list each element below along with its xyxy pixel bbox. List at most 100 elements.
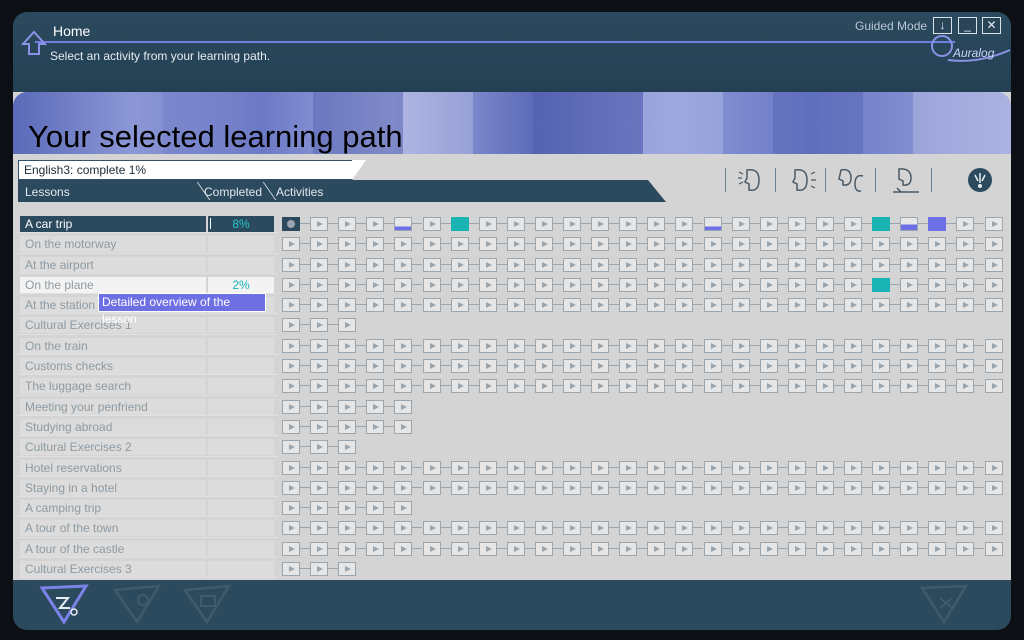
listen-icon[interactable] bbox=[737, 166, 767, 194]
activity-button[interactable] bbox=[731, 379, 750, 394]
activity-button[interactable] bbox=[591, 359, 610, 374]
activity-button[interactable] bbox=[647, 237, 666, 252]
activity-button[interactable] bbox=[647, 460, 666, 475]
activity-button[interactable] bbox=[900, 460, 919, 475]
activity-button[interactable] bbox=[338, 298, 357, 313]
activity-button[interactable] bbox=[956, 521, 975, 536]
activity-button[interactable] bbox=[310, 440, 329, 455]
activity-button[interactable] bbox=[956, 379, 975, 394]
activity-button[interactable] bbox=[478, 460, 497, 475]
activity-button[interactable] bbox=[844, 277, 862, 292]
activity-button[interactable] bbox=[759, 257, 778, 272]
activity-button[interactable] bbox=[310, 298, 329, 313]
activity-button[interactable] bbox=[366, 399, 385, 414]
activity-button[interactable] bbox=[534, 277, 553, 292]
activity-button[interactable] bbox=[338, 217, 357, 231]
activity-button[interactable] bbox=[282, 419, 300, 434]
activity-button[interactable] bbox=[563, 359, 581, 374]
activity-button[interactable] bbox=[338, 257, 357, 272]
activity-button[interactable] bbox=[450, 338, 469, 353]
activity-button[interactable] bbox=[394, 257, 413, 272]
activity-button[interactable] bbox=[563, 298, 581, 313]
activity-button[interactable] bbox=[534, 460, 553, 475]
activity-button[interactable] bbox=[366, 379, 385, 394]
activity-button[interactable] bbox=[731, 521, 750, 536]
activity-button[interactable] bbox=[366, 298, 385, 313]
activity-button[interactable] bbox=[591, 298, 610, 313]
activity-button[interactable] bbox=[366, 359, 385, 374]
activity-button[interactable] bbox=[478, 237, 497, 252]
activity-button[interactable] bbox=[703, 257, 722, 272]
activity-button[interactable] bbox=[310, 541, 329, 556]
activity-button[interactable] bbox=[338, 399, 357, 414]
activity-button[interactable] bbox=[731, 277, 750, 292]
activity-button[interactable] bbox=[366, 541, 385, 556]
activity-button[interactable] bbox=[956, 237, 975, 252]
activity-button[interactable] bbox=[591, 217, 610, 231]
activity-button[interactable] bbox=[787, 298, 806, 313]
activity-button[interactable] bbox=[338, 541, 357, 556]
activity-button[interactable] bbox=[928, 257, 947, 272]
activity-button[interactable] bbox=[928, 277, 947, 292]
activity-button[interactable] bbox=[394, 237, 413, 252]
activity-button[interactable] bbox=[675, 379, 694, 394]
activity-button[interactable] bbox=[647, 521, 666, 536]
activity-button[interactable] bbox=[675, 217, 694, 231]
activity-button[interactable] bbox=[534, 379, 553, 394]
activity-button[interactable] bbox=[815, 541, 834, 556]
activity-button[interactable] bbox=[731, 217, 750, 231]
activity-button[interactable] bbox=[900, 298, 919, 313]
activity-button[interactable] bbox=[759, 359, 778, 374]
activity-button[interactable] bbox=[450, 541, 469, 556]
activity-button[interactable] bbox=[450, 521, 469, 536]
activity-button[interactable] bbox=[282, 217, 300, 231]
activity-button[interactable] bbox=[675, 541, 694, 556]
activity-button[interactable] bbox=[956, 460, 975, 475]
activity-button[interactable] bbox=[675, 277, 694, 292]
activity-button[interactable] bbox=[338, 419, 357, 434]
activity-button[interactable] bbox=[506, 480, 525, 495]
activity-button[interactable] bbox=[478, 379, 497, 394]
activity-button[interactable] bbox=[984, 379, 1003, 394]
activity-button[interactable] bbox=[310, 237, 329, 252]
activity-button[interactable] bbox=[338, 338, 357, 353]
activity-button[interactable] bbox=[844, 521, 862, 536]
activity-button[interactable] bbox=[338, 318, 357, 333]
activity-button[interactable] bbox=[450, 277, 469, 292]
settings-icon[interactable] bbox=[111, 582, 163, 626]
activity-button[interactable] bbox=[338, 440, 357, 455]
activity-button[interactable] bbox=[366, 237, 385, 252]
activity-button[interactable] bbox=[844, 338, 862, 353]
activity-button[interactable] bbox=[815, 298, 834, 313]
activity-button[interactable] bbox=[647, 379, 666, 394]
activity-button[interactable] bbox=[759, 277, 778, 292]
activity-button[interactable] bbox=[310, 460, 329, 475]
activity-button[interactable] bbox=[422, 257, 441, 272]
activity-button[interactable] bbox=[647, 257, 666, 272]
activity-button[interactable] bbox=[928, 217, 947, 231]
activity-button[interactable] bbox=[394, 480, 413, 495]
activity-button[interactable] bbox=[703, 359, 722, 374]
activity-button[interactable] bbox=[282, 399, 300, 414]
activity-button[interactable] bbox=[506, 277, 525, 292]
lightbulb-icon[interactable] bbox=[965, 166, 995, 194]
activity-button[interactable] bbox=[310, 399, 329, 414]
activity-button[interactable] bbox=[506, 298, 525, 313]
activity-button[interactable] bbox=[787, 460, 806, 475]
activity-button[interactable] bbox=[619, 379, 638, 394]
activity-button[interactable] bbox=[675, 338, 694, 353]
home-arrow-icon[interactable] bbox=[21, 30, 47, 56]
activity-button[interactable] bbox=[563, 460, 581, 475]
activity-button[interactable] bbox=[282, 359, 300, 374]
lesson-row[interactable]: Cultural Exercises 2 bbox=[18, 436, 278, 457]
activity-button[interactable] bbox=[338, 237, 357, 252]
activity-button[interactable] bbox=[759, 460, 778, 475]
activity-button[interactable] bbox=[984, 521, 1003, 536]
activity-button[interactable] bbox=[956, 298, 975, 313]
path-icon[interactable] bbox=[38, 582, 90, 626]
activity-button[interactable] bbox=[984, 298, 1003, 313]
activity-button[interactable] bbox=[844, 217, 862, 231]
activity-button[interactable] bbox=[366, 521, 385, 536]
activity-button[interactable] bbox=[422, 379, 441, 394]
activity-button[interactable] bbox=[928, 379, 947, 394]
